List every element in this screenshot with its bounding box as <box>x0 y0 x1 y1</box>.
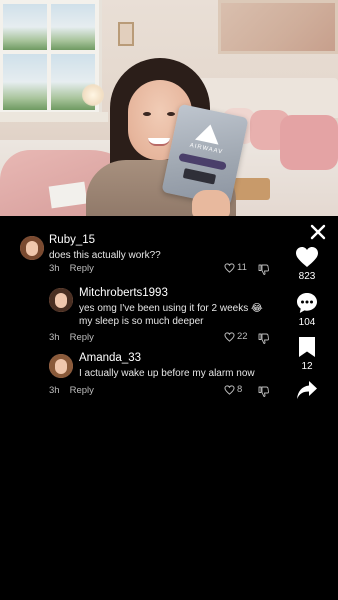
like-button[interactable]: 823 <box>286 246 328 282</box>
comment-username[interactable]: Mitchroberts1993 <box>79 287 168 299</box>
avatar[interactable] <box>49 288 73 312</box>
comment-text: yes omg I've been using it for 2 weeks 😂 <box>79 303 263 314</box>
comment-like-button[interactable]: 11 <box>224 262 247 273</box>
comment-dislike-button[interactable] <box>258 384 269 402</box>
person-eye <box>167 112 175 116</box>
reply-button[interactable]: Reply <box>70 385 94 396</box>
comment-time: 3h <box>49 385 60 396</box>
bed-tray <box>232 178 270 200</box>
comment-item: Amanda_33 I actually wake up before my a… <box>0 350 286 400</box>
comment-meta: 3h Reply <box>49 385 94 396</box>
comment-like-count: 8 <box>237 384 243 395</box>
avatar[interactable] <box>20 236 44 260</box>
wall-art <box>218 0 338 54</box>
comment-meta: 3h Reply <box>49 332 94 343</box>
comment-dislike-button[interactable] <box>258 331 269 349</box>
reply-button[interactable]: Reply <box>70 332 94 343</box>
thumbs-down-icon <box>258 386 269 397</box>
share-button[interactable] <box>286 380 328 400</box>
heart-outline-icon <box>224 384 235 395</box>
share-arrow-icon <box>297 381 317 399</box>
close-icon <box>310 224 326 240</box>
save-button[interactable]: 12 <box>286 336 328 372</box>
comments-button[interactable]: 104 <box>286 292 328 328</box>
comment-username[interactable]: Amanda_33 <box>79 352 141 364</box>
comment-item: Ruby_15 does this actually work?? 3h Repl… <box>0 232 280 276</box>
window-sill <box>0 112 108 122</box>
thumbs-down-icon <box>258 333 269 344</box>
wall-frame <box>118 22 134 46</box>
comment-like-count: 11 <box>237 262 247 273</box>
comment-time: 3h <box>49 263 60 274</box>
comment-time: 3h <box>49 332 60 343</box>
heart-outline-icon <box>224 331 235 342</box>
product-label <box>182 168 217 185</box>
bookmark-icon <box>299 337 315 357</box>
comment-like-count: 22 <box>237 331 248 342</box>
heart-icon <box>296 247 318 267</box>
comment-text: I actually wake up before my alarm now <box>79 368 255 379</box>
thumbs-down-icon <box>258 264 269 275</box>
lamp-glow <box>82 84 104 106</box>
avatar[interactable] <box>49 354 73 378</box>
like-count: 823 <box>298 271 316 282</box>
comment-text: my sleep is so much deeper <box>79 316 204 327</box>
close-button[interactable] <box>306 220 330 244</box>
pillow <box>280 115 338 170</box>
reply-button[interactable]: Reply <box>70 263 94 274</box>
product-logo-icon <box>194 121 223 145</box>
heart-outline-icon <box>224 262 235 273</box>
comment-item: Mitchroberts1993 yes omg I've been using… <box>0 284 286 344</box>
save-count: 12 <box>301 361 313 372</box>
video-frame[interactable]: AIRWAAV <box>0 0 338 216</box>
comment-text: does this actually work?? <box>49 250 161 261</box>
comment-username[interactable]: Ruby_15 <box>49 234 95 246</box>
comment-like-button[interactable]: 8 <box>224 384 242 395</box>
comment-dislike-button[interactable] <box>258 262 269 280</box>
comment-meta: 3h Reply <box>49 263 94 274</box>
person-eye <box>143 112 151 116</box>
comment-bubble-icon <box>297 293 317 313</box>
comment-count: 104 <box>298 317 316 328</box>
comment-like-button[interactable]: 22 <box>224 331 248 342</box>
person-hand <box>192 190 230 216</box>
